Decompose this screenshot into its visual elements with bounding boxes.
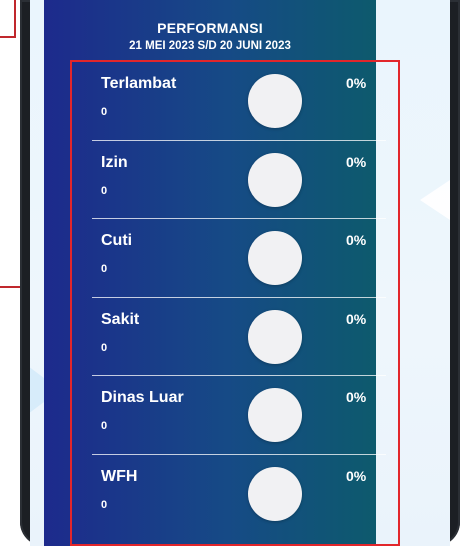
performance-row-terlambat[interactable]: Terlambat 0 0% <box>74 62 386 141</box>
row-label: Izin <box>101 153 128 171</box>
callout-connector <box>14 0 16 38</box>
row-label: Sakit <box>101 310 140 328</box>
row-count: 0 <box>101 106 108 118</box>
performance-list: Terlambat 0 0% Izin 0 0% Cuti 0 0% Sakit… <box>74 62 386 533</box>
donut-chart-icon <box>248 309 302 364</box>
performance-row-wfh[interactable]: WFH 0 0% <box>74 455 386 534</box>
row-percent: 0% <box>346 75 367 91</box>
donut-chart-icon <box>248 466 302 521</box>
performance-row-dinas-luar[interactable]: Dinas Luar 0 0% <box>74 376 386 455</box>
donut-chart-icon <box>248 231 302 285</box>
row-percent: 0% <box>346 232 367 248</box>
row-percent: 0% <box>346 467 367 484</box>
background-shape <box>420 160 450 240</box>
row-percent: 0% <box>346 153 367 170</box>
row-percent: 0% <box>346 389 367 405</box>
row-count: 0 <box>101 420 108 432</box>
row-count: 0 <box>101 263 108 275</box>
performance-period: 21 MEI 2023 S/D 20 JUNI 2023 <box>129 40 291 52</box>
row-percent: 0% <box>346 310 367 327</box>
donut-chart-icon <box>248 388 302 442</box>
donut-chart-icon <box>248 152 302 207</box>
performance-title: PERFORMANSI <box>157 20 263 36</box>
performance-header: PERFORMANSI 21 MEI 2023 S/D 20 JUNI 2023 <box>44 0 376 60</box>
row-count: 0 <box>101 341 108 354</box>
row-count: 0 <box>101 184 108 197</box>
donut-chart-icon <box>248 74 302 128</box>
performance-row-sakit[interactable]: Sakit 0 0% <box>74 298 386 376</box>
row-label: Cuti <box>101 232 133 249</box>
row-count: 0 <box>101 498 108 511</box>
performance-row-cuti[interactable]: Cuti 0 0% <box>74 219 386 298</box>
row-label: Dinas Luar <box>101 389 184 406</box>
performance-row-izin[interactable]: Izin 0 0% <box>74 141 386 219</box>
row-label: WFH <box>101 467 138 485</box>
row-label: Terlambat <box>101 75 177 92</box>
